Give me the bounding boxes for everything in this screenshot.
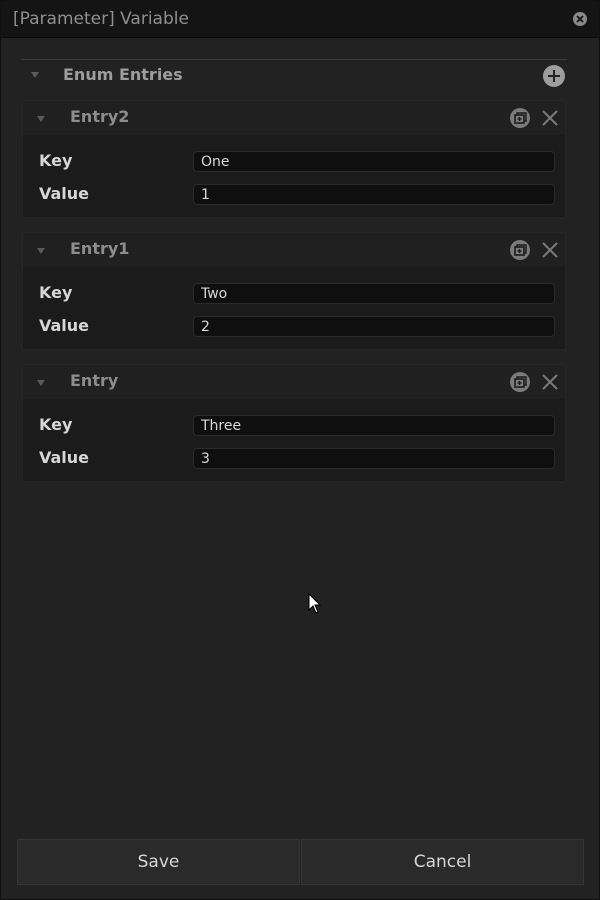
entry-title: Entry2 (70, 107, 130, 126)
collapse-triangle-icon[interactable] (31, 72, 39, 78)
duplicate-icon[interactable] (510, 108, 530, 128)
delete-entry-icon[interactable] (541, 109, 559, 127)
entry-panel: Entry1 Key Value (22, 232, 566, 350)
value-input[interactable] (193, 316, 555, 337)
duplicate-icon[interactable] (510, 240, 530, 260)
entry-title: Entry (70, 371, 119, 390)
key-input[interactable] (193, 283, 555, 304)
x-glyph (542, 110, 558, 126)
delete-entry-icon[interactable] (541, 373, 559, 391)
duplicate-glyph (514, 112, 527, 124)
entry-panel: Entry2 Key Value (22, 100, 566, 218)
value-label: Value (39, 448, 90, 467)
entry-header[interactable]: Entry1 (23, 233, 565, 267)
x-glyph (542, 242, 558, 258)
duplicate-glyph (514, 244, 527, 256)
key-label: Key (39, 151, 73, 170)
collapse-triangle-icon[interactable] (37, 248, 45, 254)
window-title: [Parameter] Variable (13, 9, 189, 29)
key-input[interactable] (193, 415, 555, 436)
entry-header[interactable]: Entry (23, 365, 565, 399)
value-input[interactable] (193, 184, 555, 205)
collapse-triangle-icon[interactable] (37, 116, 45, 122)
close-x-glyph (576, 15, 584, 23)
key-input[interactable] (193, 151, 555, 172)
key-label: Key (39, 415, 73, 434)
entry-panel: Entry Key Value (22, 364, 566, 482)
arrow-pointer-glyph (308, 592, 322, 614)
delete-entry-icon[interactable] (541, 241, 559, 259)
value-input[interactable] (193, 448, 555, 469)
value-label: Value (39, 184, 90, 203)
cancel-button[interactable]: Cancel (301, 839, 584, 885)
add-entry-icon[interactable] (543, 65, 565, 87)
duplicate-icon[interactable] (510, 372, 530, 392)
duplicate-glyph (514, 376, 527, 388)
close-icon[interactable] (573, 12, 587, 26)
dialog-footer: Save Cancel (1, 839, 599, 885)
save-button[interactable]: Save (17, 839, 300, 885)
entry-title: Entry1 (70, 239, 130, 258)
dialog-window: [Parameter] Variable Enum Entries Entry2 (0, 0, 600, 900)
title-bar[interactable]: [Parameter] Variable (1, 1, 599, 38)
entry-header[interactable]: Entry2 (23, 101, 565, 135)
collapse-triangle-icon[interactable] (37, 380, 45, 386)
enum-entries-header[interactable]: Enum Entries (21, 59, 567, 90)
x-glyph (542, 374, 558, 390)
section-title: Enum Entries (63, 65, 183, 84)
value-label: Value (39, 316, 90, 335)
mouse-cursor-icon (308, 592, 322, 619)
key-label: Key (39, 283, 73, 302)
